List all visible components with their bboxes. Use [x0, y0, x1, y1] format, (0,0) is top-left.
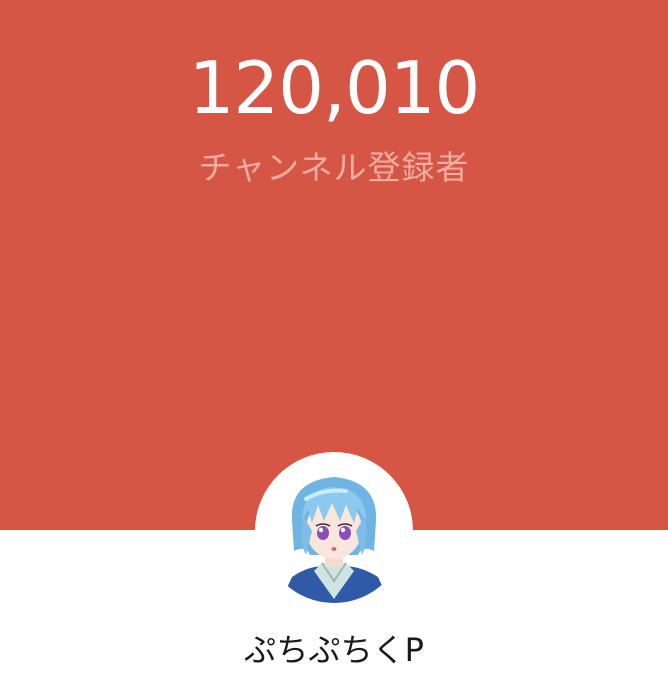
channel-stats-card: 120,010 チャンネル登録者 ぷちぷちくP	[0, 0, 668, 680]
channel-name[interactable]: ぷちぷちくP	[0, 628, 668, 672]
subscriber-label: チャンネル登録者	[198, 148, 470, 187]
anime-character-avatar-icon	[262, 459, 406, 603]
subscriber-count: 120,010	[188, 46, 481, 130]
avatar-frame	[255, 452, 413, 610]
avatar[interactable]	[262, 459, 406, 603]
